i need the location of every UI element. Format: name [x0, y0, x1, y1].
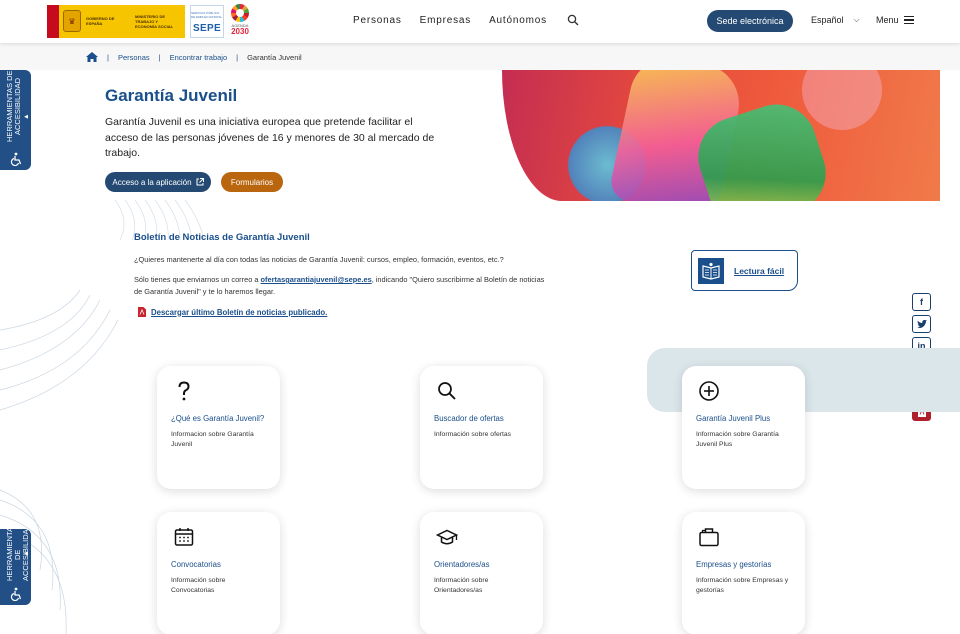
search-icon	[438, 382, 456, 400]
accessibility-tools-tab[interactable]: HERRAMIENTAS DE ACCESIBILIDAD ◀	[0, 529, 31, 605]
wheelchair-icon	[10, 587, 21, 601]
nav-empresas[interactable]: Empresas	[420, 15, 471, 26]
search-icon[interactable]	[567, 14, 579, 26]
card-description: Informacion sobre Garantía Juvenil	[171, 431, 254, 448]
sdg-wheel-icon	[231, 4, 249, 22]
calendar-icon	[174, 528, 194, 546]
menu-label: Menu	[876, 15, 899, 25]
easy-read-button[interactable]: Lectura fácil	[691, 250, 798, 291]
government-logo: ♛ GOBIERNO DE ESPAÑA MINISTERIO DE TRABA…	[47, 4, 185, 38]
question-icon	[178, 381, 190, 401]
briefcase-icon	[699, 528, 719, 547]
newsletter-email-link[interactable]: ofertasgarantiajuvenil@sepe.es	[261, 275, 372, 284]
twitter-icon[interactable]	[912, 315, 931, 333]
card-title: Convocatorias	[171, 560, 221, 569]
graduation-cap-icon	[436, 529, 458, 545]
hero-description: Garantía Juvenil es una iniciativa europ…	[105, 116, 435, 159]
card-empresas[interactable]: Empresas y gestorías Información sobre E…	[682, 512, 805, 634]
site-header: ♛ GOBIERNO DE ESPAÑA MINISTERIO DE TRABA…	[0, 0, 960, 43]
coat-of-arms-icon: ♛	[63, 10, 81, 32]
accessibility-tools-label: HERRAMIENTAS DE ACCESIBILIDAD	[6, 70, 22, 142]
card-buscador[interactable]: Buscador de ofertas Información sobre of…	[420, 366, 543, 489]
newsletter-text-before: Sólo tienes que enviarnos un correo a	[134, 275, 261, 284]
breadcrumb-separator: |	[107, 52, 109, 62]
plus-circle-icon	[699, 381, 719, 401]
wheelchair-icon	[10, 152, 21, 166]
newsletter-instructions: Sólo tienes que enviarnos un correo a of…	[134, 274, 554, 298]
main-nav: Personas Empresas Autónomos	[353, 14, 579, 26]
newsletter-title: Boletín de Noticias de Garantía Juvenil	[134, 232, 310, 243]
sepe-label: SEPE	[193, 22, 221, 34]
gov-text: GOBIERNO DE ESPAÑA	[86, 16, 115, 26]
newsletter-intro: ¿Quieres mantenerte al día con todas las…	[134, 255, 504, 264]
application-access-button[interactable]: Acceso a la aplicación	[105, 172, 211, 192]
breadcrumb-encontrar-trabajo[interactable]: Encontrar trabajo	[170, 53, 228, 62]
arrow-icon: ◀	[24, 551, 28, 557]
card-title: Buscador de ofertas	[434, 414, 504, 423]
card-description: Información sobre Empresas y gestorías	[696, 577, 789, 594]
facebook-icon[interactable]: f	[912, 293, 931, 311]
language-selector[interactable]: Español ⌵	[811, 15, 860, 25]
card-plus[interactable]: Garantía Juvenil Plus Información sobre …	[682, 366, 805, 489]
card-description: Información sobre Convocatorias	[171, 577, 226, 594]
ministry-text: MINISTERIO DE TRABAJO Y ECONOMÍA SOCIAL	[135, 13, 174, 29]
language-label: Español	[811, 15, 844, 25]
nav-autonomos[interactable]: Autónomos	[489, 15, 547, 26]
forms-button[interactable]: Formularios	[221, 172, 283, 192]
newsletter-download-link[interactable]: Descargar último Boletín de noticias pub…	[138, 307, 327, 317]
pdf-icon	[138, 307, 146, 317]
chevron-down-icon: ⌵	[853, 15, 860, 24]
hamburger-icon	[903, 16, 914, 24]
card-title: Garantía Juvenil Plus	[696, 414, 771, 423]
hero-image	[502, 70, 940, 201]
arrow-icon: ◀	[24, 114, 28, 120]
breadcrumb-separator: |	[158, 52, 161, 62]
agenda-2030-logo: AGENDA 2030	[228, 4, 252, 38]
sede-electronica-button[interactable]: Sede electrónica	[707, 10, 793, 32]
menu-button[interactable]: Menu	[876, 15, 914, 25]
card-convocatorias[interactable]: Convocatorias Información sobre Convocat…	[157, 512, 280, 634]
external-link-icon	[196, 178, 204, 186]
card-description: Información sobre Orientadores/as	[434, 577, 489, 594]
application-access-label: Acceso a la aplicación	[112, 177, 192, 187]
sepe-small-text: SERVICIO PÚBLICO DE EMPLEO ESTATAL	[191, 10, 223, 19]
logo-group[interactable]: ♛ GOBIERNO DE ESPAÑA MINISTERIO DE TRABA…	[47, 3, 252, 39]
card-title: ¿Qué es Garantía Juvenil?	[171, 414, 265, 423]
card-que-es[interactable]: ¿Qué es Garantía Juvenil? Informacion so…	[157, 366, 280, 489]
easy-read-icon	[698, 257, 724, 284]
card-title: Empresas y gestorías	[696, 560, 772, 569]
sepe-logo: SERVICIO PÚBLICO DE EMPLEO ESTATAL SEPE	[190, 4, 224, 38]
newsletter-download-label: Descargar último Boletín de noticias pub…	[151, 307, 328, 317]
agenda-year: 2030	[231, 27, 249, 36]
card-title: Orientadores/as	[434, 560, 490, 569]
breadcrumb-personas[interactable]: Personas	[118, 53, 150, 62]
breadcrumb-separator: |	[236, 52, 239, 62]
home-icon[interactable]	[86, 52, 98, 62]
breadcrumb: | Personas | Encontrar trabajo | Garantí…	[0, 43, 960, 70]
breadcrumb-current: Garantía Juvenil	[247, 52, 302, 62]
card-description: Información sobre Garantía Juvenil Plus	[696, 431, 779, 448]
card-description: Información sobre ofertas	[434, 431, 512, 438]
accessibility-tools-tab[interactable]: HERRAMIENTAS DE ACCESIBILIDAD ◀	[0, 70, 31, 170]
page-title: Garantía Juvenil	[105, 86, 238, 105]
easy-read-label: Lectura fácil	[734, 265, 785, 276]
nav-personas[interactable]: Personas	[353, 15, 402, 26]
card-orientadores[interactable]: Orientadores/as Información sobre Orient…	[420, 512, 543, 634]
